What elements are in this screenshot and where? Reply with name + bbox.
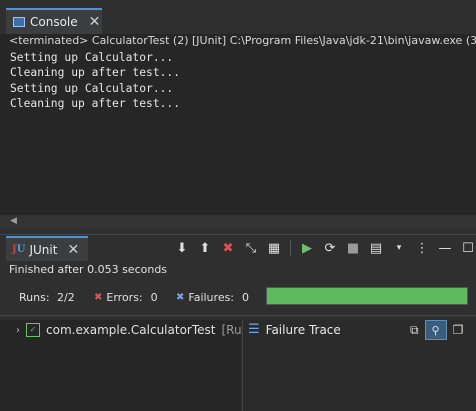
chevron-down-icon[interactable]: ▾ — [389, 238, 409, 258]
failure-trace-label: Failure Trace — [265, 322, 341, 337]
errors-counter: ✖ Errors: 0 — [94, 291, 158, 304]
finished-status: Finished after 0.053 seconds — [9, 263, 168, 276]
tab-junit[interactable]: JU JUnit ✕ — [6, 236, 88, 261]
progress-fill — [267, 288, 467, 304]
close-icon[interactable]: ✕ — [89, 14, 101, 30]
errors-label: Errors: — [106, 291, 143, 304]
failures-value: 0 — [242, 291, 250, 304]
tree-row[interactable]: › ✓ com.example.CalculatorTest [Runne — [16, 323, 241, 337]
rerun-icon[interactable]: ▶ — [297, 238, 317, 258]
scroll-left-icon[interactable]: ◀ — [10, 216, 17, 226]
tree-item-runner: [Runne — [221, 323, 241, 337]
copy-trace-icon[interactable]: ❐ — [453, 323, 464, 337]
tree-item-label: com.example.CalculatorTest — [46, 323, 216, 337]
console-line: Setting up Calculator... — [10, 51, 174, 64]
close-icon[interactable]: ✕ — [67, 242, 79, 258]
view-menu-icon[interactable]: ⋮ — [412, 238, 432, 258]
junit-icon: JU — [12, 244, 26, 255]
stack-trace-icon: ☰ — [248, 322, 260, 337]
rerun-failed-first-icon[interactable]: ⟳ — [320, 238, 340, 258]
console-icon — [13, 17, 25, 27]
failures-counter: ✖ Failures: 0 — [176, 291, 249, 304]
trace-toolbar: ⧉ ⚲ ❐ — [410, 320, 463, 340]
divider — [0, 315, 476, 316]
console-line: Cleaning up after test... — [10, 66, 181, 80]
runs-value: 2/2 — [57, 291, 75, 304]
scroll-lock-icon[interactable]: ⤡ — [241, 238, 261, 258]
chevron-right-icon[interactable]: › — [16, 325, 20, 336]
maximize-icon[interactable]: ☐ — [458, 238, 476, 258]
runs-label: Runs: — [19, 291, 50, 304]
show-failures-only-icon[interactable]: ✖ — [218, 238, 238, 258]
stop-icon[interactable]: ■ — [343, 238, 363, 258]
console-output: Setting up Calculator... Cleaning up aft… — [10, 50, 180, 112]
toolbar-separator — [290, 240, 291, 256]
layout-icon[interactable]: ▤ — [366, 238, 386, 258]
test-progress-bar — [266, 287, 468, 305]
test-class-icon: ✓ — [26, 323, 40, 337]
history-icon[interactable]: ▦ — [264, 238, 284, 258]
error-icon: ✖ — [94, 292, 103, 303]
minimize-icon[interactable]: — — [435, 238, 455, 258]
previous-failure-icon[interactable]: ⬆ — [195, 238, 215, 258]
compare-results-icon[interactable]: ⧉ — [410, 323, 419, 338]
console-line: Cleaning up after test... — [10, 97, 181, 111]
filter-stack-trace-icon[interactable]: ⚲ — [424, 320, 447, 340]
console-status-line: <terminated> CalculatorTest (2) [JUnit] … — [9, 34, 476, 47]
failures-label: Failures: — [188, 291, 235, 304]
console-tab-label: Console — [30, 15, 78, 29]
test-tree-clip: › ✓ com.example.CalculatorTest [Runne — [0, 320, 241, 340]
tab-console[interactable]: Console ✕ — [6, 8, 102, 34]
failure-icon: ✖ — [176, 292, 185, 303]
runs-counter: Runs: 2/2 — [19, 291, 75, 304]
failure-trace-header: ☰ Failure Trace — [248, 322, 341, 337]
console-line: Setting up Calculator... — [10, 81, 174, 95]
errors-value: 0 — [150, 291, 158, 304]
junit-tab-label: JUnit — [29, 242, 58, 257]
junit-toolbar: ⬇ ⬆ ✖ ⤡ ▦ ▶ ⟳ ■ ▤ ▾ ⋮ — ☐ — [172, 238, 476, 258]
horizontal-scrollbar[interactable] — [0, 215, 476, 228]
next-failure-icon[interactable]: ⬇ — [172, 238, 192, 258]
